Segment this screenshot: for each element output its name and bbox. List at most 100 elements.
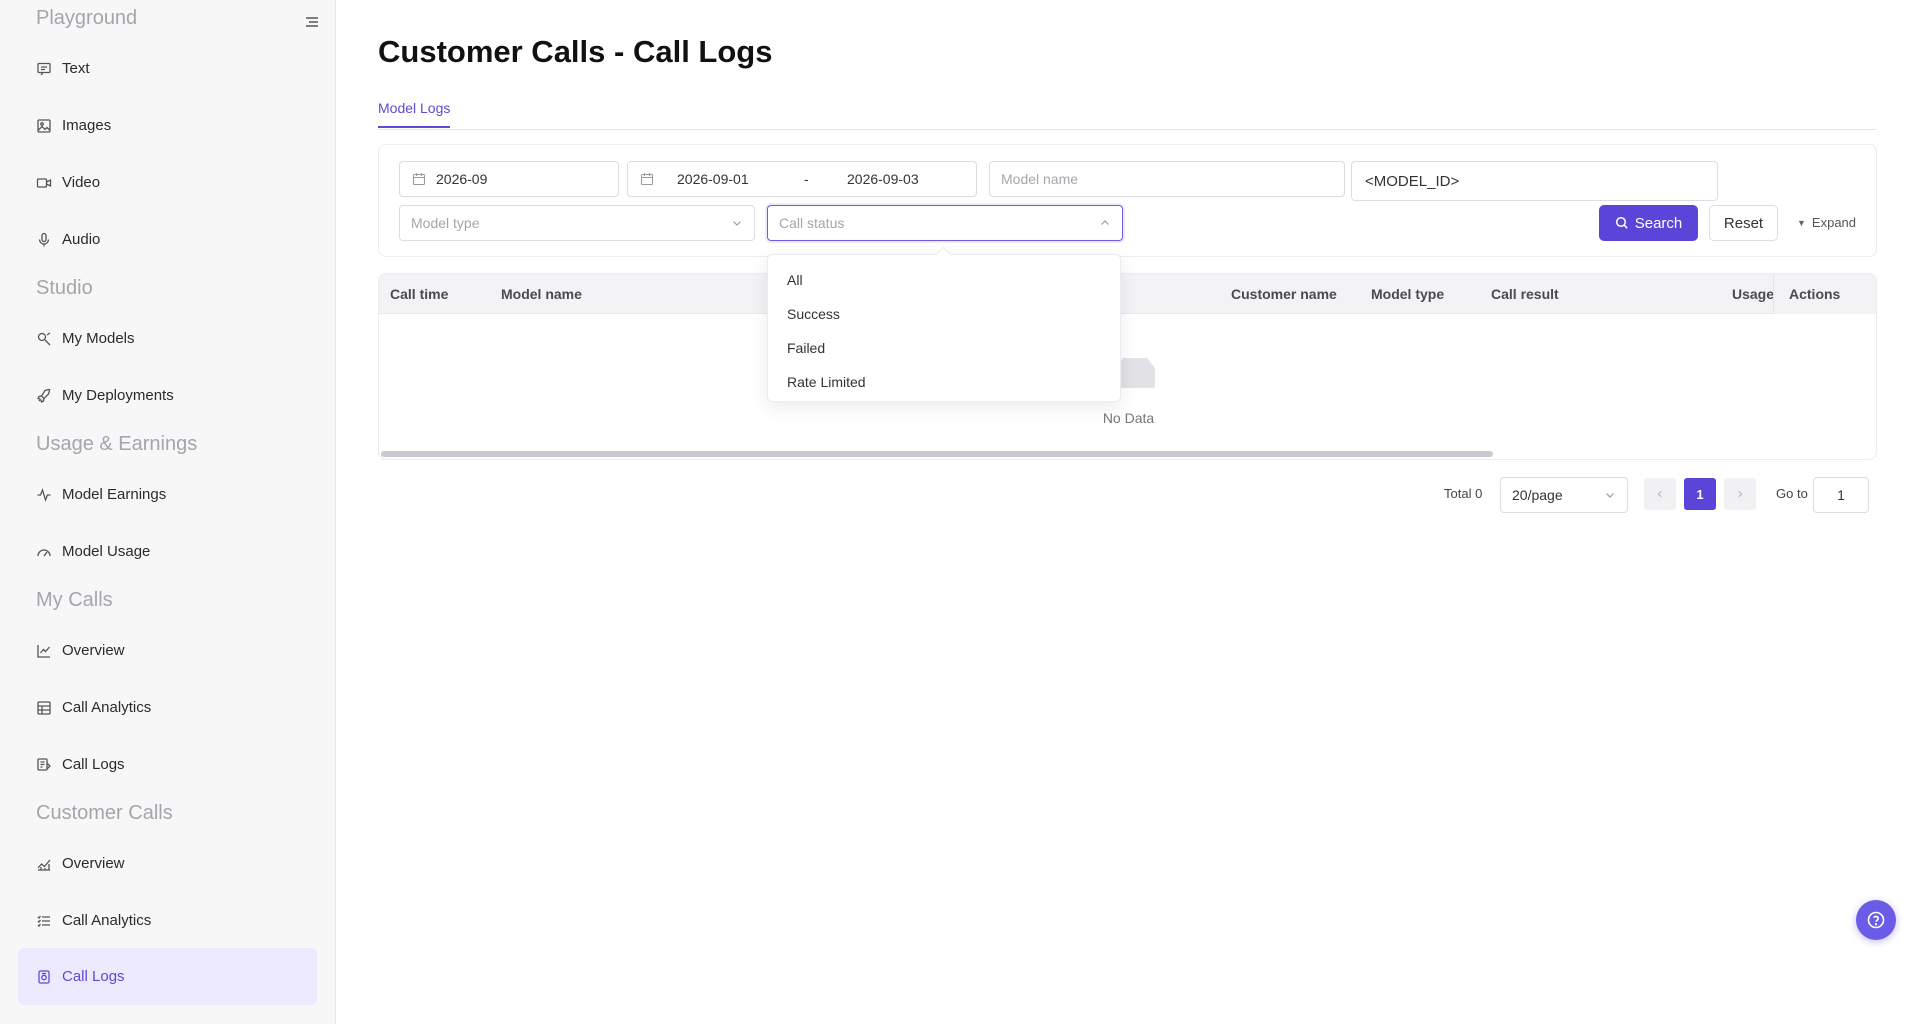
dropdown-option-success[interactable]: Success [768, 297, 1120, 331]
tab-model-logs[interactable]: Model Logs [378, 100, 451, 128]
column-header-usage: Usage [1732, 286, 1775, 302]
list-check-icon [36, 913, 52, 929]
sidebar-item-label: Call Logs [62, 756, 125, 773]
sidebar-item-label: Call Logs [62, 968, 125, 985]
sidebar-item-images[interactable]: Images [18, 97, 317, 154]
column-header-model-name: Model name [501, 286, 582, 302]
image-icon [36, 118, 52, 134]
date-range-end[interactable]: 2026-09-03 [847, 171, 919, 187]
column-header-model-type: Model type [1371, 286, 1445, 302]
sidebar-item-audio[interactable]: Audio [18, 211, 317, 268]
search-icon [1615, 216, 1629, 230]
help-button[interactable] [1856, 900, 1896, 940]
sidebar-item-customer-calls-analytics[interactable]: Call Analytics [18, 892, 317, 949]
model-type-select[interactable]: Model type [399, 205, 755, 241]
empty-state-text: No Data [1102, 410, 1155, 426]
sidebar-item-my-calls-logs[interactable]: Call Logs [18, 736, 317, 793]
sidebar-item-my-calls-analytics[interactable]: Call Analytics [18, 679, 317, 736]
help-circle-icon [1867, 911, 1885, 929]
line-chart-icon [36, 643, 52, 659]
prev-page-button[interactable] [1644, 478, 1676, 510]
sidebar-item-label: Model Usage [62, 543, 151, 560]
dropdown-option-rate-limited[interactable]: Rate Limited [768, 365, 1120, 399]
section-customer-calls: Customer Calls [36, 802, 173, 824]
model-name-field[interactable] [989, 161, 1345, 197]
filter-panel: 2026-09 2026-09-01 - 2026-09-03 Model ty… [378, 144, 1877, 257]
sidebar-item-label: Model Earnings [62, 486, 167, 503]
expand-toggle[interactable]: ▼ Expand [1797, 215, 1856, 230]
dropdown-option-failed[interactable]: Failed [768, 331, 1120, 365]
calendar-icon [640, 172, 654, 186]
sidebar-item-model-usage[interactable]: Model Usage [18, 523, 317, 580]
rocket-icon [36, 388, 52, 404]
pagination-total: Total 0 [1444, 486, 1483, 501]
sidebar-item-label: Call Analytics [62, 699, 152, 716]
activity-icon [36, 487, 52, 503]
logs-icon [36, 757, 52, 773]
model-name-input[interactable] [1001, 171, 1344, 187]
section-my-calls: My Calls [36, 589, 113, 611]
month-picker[interactable]: 2026-09 [399, 161, 619, 197]
section-playground: Playground [36, 7, 138, 29]
gauge-icon [36, 544, 52, 560]
chevron-down-icon [730, 216, 744, 230]
sidebar-item-label: Overview [62, 855, 125, 872]
chevron-left-icon [1657, 490, 1662, 498]
date-range-picker[interactable]: 2026-09-01 - 2026-09-03 [627, 161, 977, 197]
sidebar-item-label: Images [62, 117, 112, 134]
tab-bar: Model Logs [378, 98, 1877, 130]
chevron-up-icon [1098, 216, 1112, 230]
table-icon [36, 700, 52, 716]
message-square-icon [36, 61, 52, 77]
date-range-start[interactable]: 2026-09-01 [677, 171, 797, 187]
sidebar-item-text[interactable]: Text [18, 40, 317, 97]
table-header: Call time Model name Customer name Model… [379, 274, 1876, 314]
call-status-dropdown: All Success Failed Rate Limited [767, 254, 1121, 402]
search-button[interactable]: Search [1599, 205, 1698, 241]
sidebar-item-label: Text [62, 60, 90, 77]
sidebar-item-model-earnings[interactable]: Model Earnings [18, 466, 317, 523]
model-type-placeholder: Model type [411, 215, 480, 231]
horizontal-scrollbar[interactable] [381, 451, 1493, 457]
sidebar-item-my-models[interactable]: My Models [18, 310, 317, 367]
call-status-select[interactable]: Call status [767, 205, 1123, 241]
next-page-button[interactable] [1724, 478, 1756, 510]
sidebar-item-customer-calls-overview[interactable]: Overview [18, 835, 317, 892]
microphone-icon [36, 232, 52, 248]
reset-button[interactable]: Reset [1709, 205, 1778, 241]
section-usage-earnings: Usage & Earnings [36, 433, 198, 455]
sidebar-item-customer-calls-logs[interactable]: Call Logs [18, 948, 317, 1005]
sidebar-item-my-calls-overview[interactable]: Overview [18, 622, 317, 679]
sidebar-item-label: Call Analytics [62, 912, 152, 929]
area-chart-icon [36, 856, 52, 872]
calendar-icon [412, 172, 426, 186]
sidebar-item-my-deployments[interactable]: My Deployments [18, 367, 317, 424]
call-logs-table: Call time Model name Customer name Model… [378, 273, 1877, 460]
sidebar-item-label: My Deployments [62, 387, 174, 404]
sidebar-item-label: Video [62, 174, 101, 191]
model-id-input[interactable] [1365, 172, 1717, 190]
log-file-icon [36, 969, 52, 985]
sidebar-item-label: Audio [62, 231, 101, 248]
sidebar: Playground Text Images Video Audio Studi… [0, 0, 336, 1024]
column-header-actions: Actions [1789, 286, 1841, 302]
date-range-separator: - [804, 171, 809, 187]
model-id-field[interactable] [1351, 161, 1718, 201]
sidebar-item-label: Overview [62, 642, 125, 659]
caret-down-icon: ▼ [1797, 217, 1806, 228]
sidebar-item-video[interactable]: Video [18, 154, 317, 211]
sidebar-item-label: My Models [62, 330, 135, 347]
page-title: Customer Calls - Call Logs [378, 34, 773, 69]
models-icon [36, 331, 52, 347]
dropdown-option-all[interactable]: All [768, 263, 1120, 297]
expand-label: Expand [1811, 215, 1857, 230]
goto-label: Go to [1776, 486, 1808, 501]
page-size-select[interactable]: 20/page [1500, 477, 1628, 513]
page-number-1[interactable]: 1 [1684, 478, 1716, 510]
goto-page-input[interactable] [1813, 477, 1869, 513]
section-studio: Studio [36, 277, 93, 299]
menu-collapse-icon[interactable] [302, 12, 322, 32]
chevron-right-icon [1738, 490, 1743, 498]
month-value: 2026-09 [436, 171, 488, 187]
search-button-label: Search [1634, 214, 1683, 232]
